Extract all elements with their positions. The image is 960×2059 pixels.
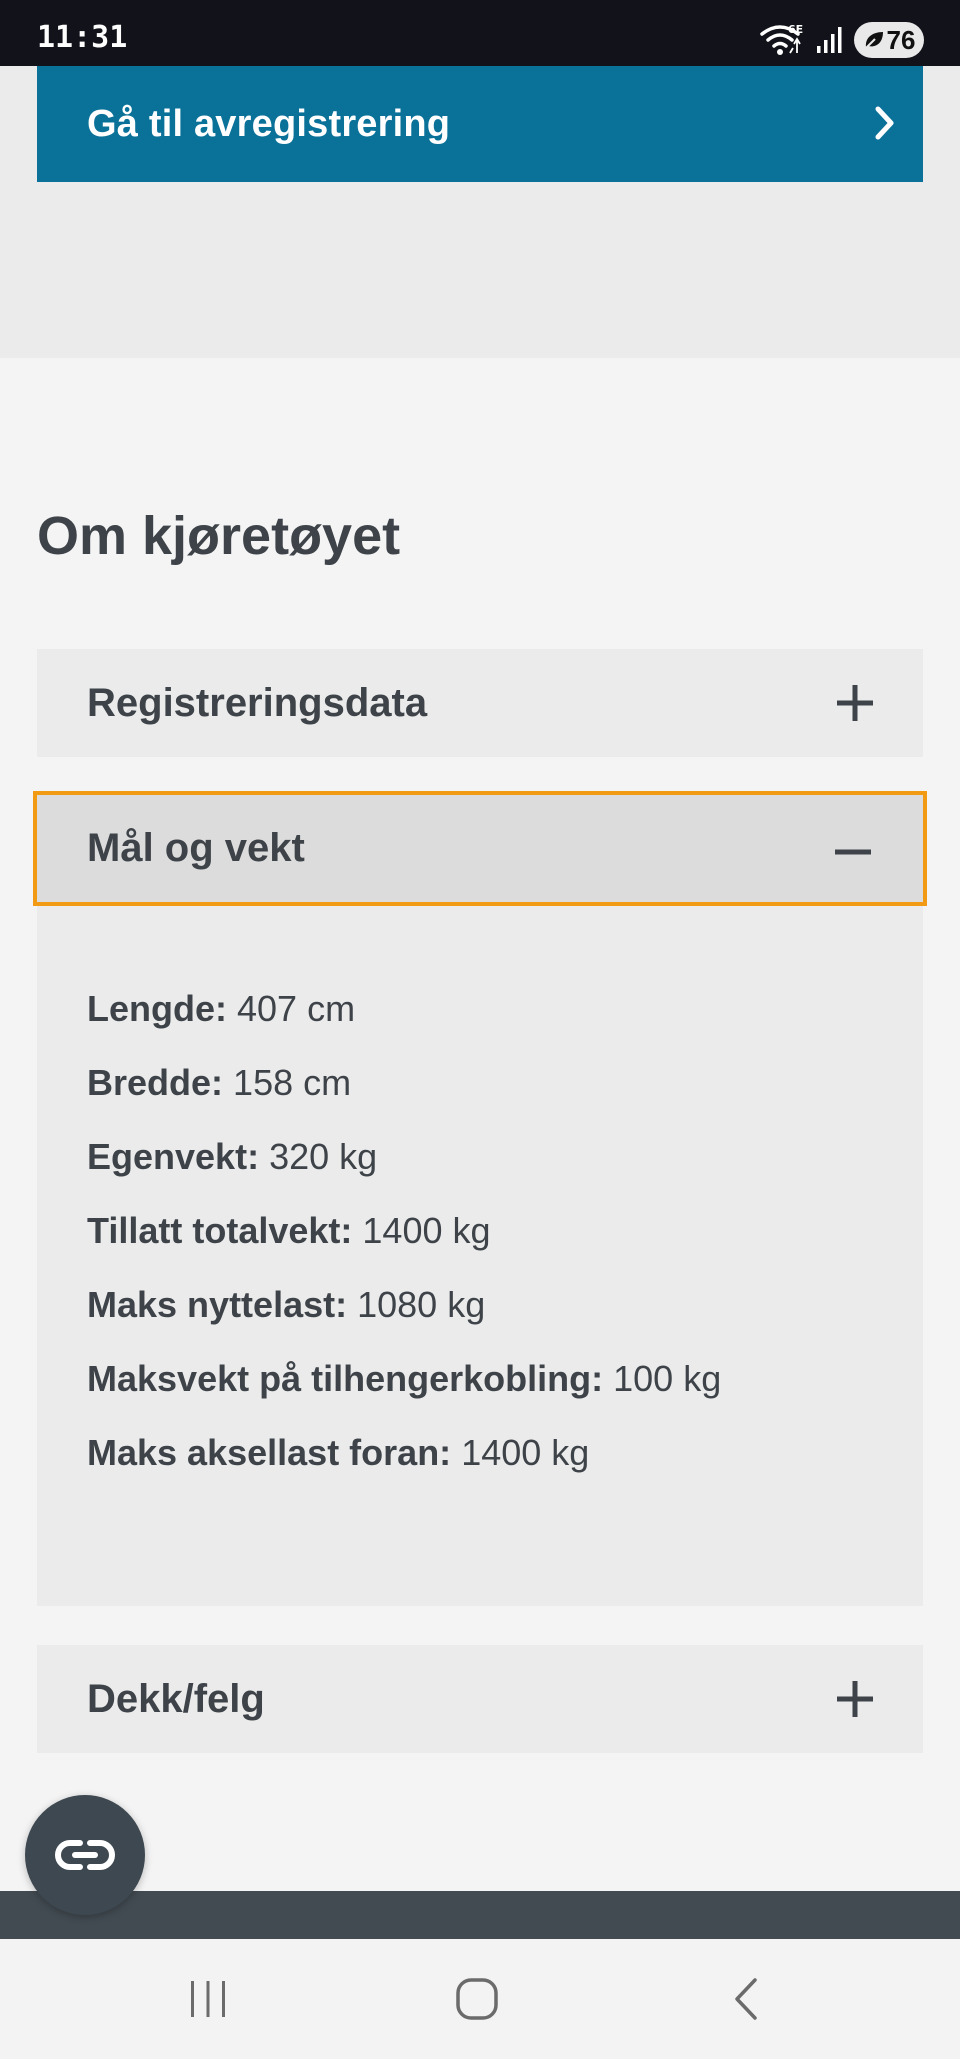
recents-icon [191,1981,225,2017]
spec-value: 1080 kg [357,1284,486,1325]
footer-strip [0,1891,960,1939]
status-time: 11:31 [37,20,128,55]
page: 11:31 6E 76 Gå til avregistrering Om kjø… [0,0,960,2059]
spec-value: 320 kg [269,1136,378,1177]
home-icon [456,1978,498,2020]
spec-key: Egenvekt: [87,1136,260,1177]
system-nav-bar [0,1939,960,2059]
minus-icon [835,849,871,855]
spec-row: Maksvekt på tilhengerkobling: 100 kg [87,1358,721,1432]
back-button[interactable] [706,1969,786,2029]
spec-row: Tillatt totalvekt: 1400 kg [87,1210,721,1284]
home-button[interactable] [437,1969,517,2029]
wifi-icon: 6E [760,23,803,55]
chevron-right-icon [875,106,894,140]
section-title: Om kjøretøyet [37,506,401,566]
spec-value: 100 kg [613,1358,722,1399]
spec-row: Lengde: 407 cm [87,988,721,1062]
status-bar: 11:31 6E 76 [0,0,960,66]
spec-key: Maks aksellast foran: [87,1432,452,1473]
spec-value: 1400 kg [362,1210,491,1251]
accordion-panel-mal-og-vekt: Lengde: 407 cm Bredde: 158 cm Egenvekt: … [37,906,923,1606]
spec-value: 407 cm [237,988,356,1029]
spec-key: Maks nyttelast: [87,1284,348,1325]
spec-value: 158 cm [233,1062,352,1103]
battery-level: 76 [886,24,916,55]
signal-icon [817,27,842,53]
spec-row: Maks nyttelast: 1080 kg [87,1284,721,1358]
plus-icon [837,685,873,721]
spec-key: Lengde: [87,988,227,1029]
accordion-label: Registreringsdata [87,680,428,725]
network-type-label: 6E [788,23,803,36]
deregister-label: Gå til avregistrering [87,102,451,145]
spec-value: 1400 kg [461,1432,590,1473]
battery-indicator: 76 [854,22,924,58]
spec-key: Maksvekt på tilhengerkobling: [87,1358,604,1399]
spec-list: Lengde: 407 cm Bredde: 158 cm Egenvekt: … [87,988,721,1506]
floating-link-button[interactable] [25,1795,145,1915]
link-icon [55,1840,115,1870]
battery-saver-icon [864,32,883,49]
accordion-dekk-felg[interactable]: Dekk/felg [37,1645,923,1753]
plus-icon [837,1681,873,1717]
spec-row: Maks aksellast foran: 1400 kg [87,1432,721,1506]
back-icon [735,1978,757,2020]
accordion-mal-og-vekt[interactable]: Mål og vekt [33,791,927,906]
spec-key: Bredde: [87,1062,224,1103]
spec-row: Egenvekt: 320 kg [87,1136,721,1210]
spec-row: Bredde: 158 cm [87,1062,721,1136]
spec-key: Tillatt totalvekt: [87,1210,353,1251]
accordion-label: Dekk/felg [87,1676,265,1721]
recents-button[interactable] [168,1969,248,2029]
status-icons: 6E 76 [760,22,924,58]
accordion-registreringsdata[interactable]: Registreringsdata [37,649,923,757]
accordion-label: Mål og vekt [87,826,305,870]
deregister-button[interactable]: Gå til avregistrering [37,66,923,182]
